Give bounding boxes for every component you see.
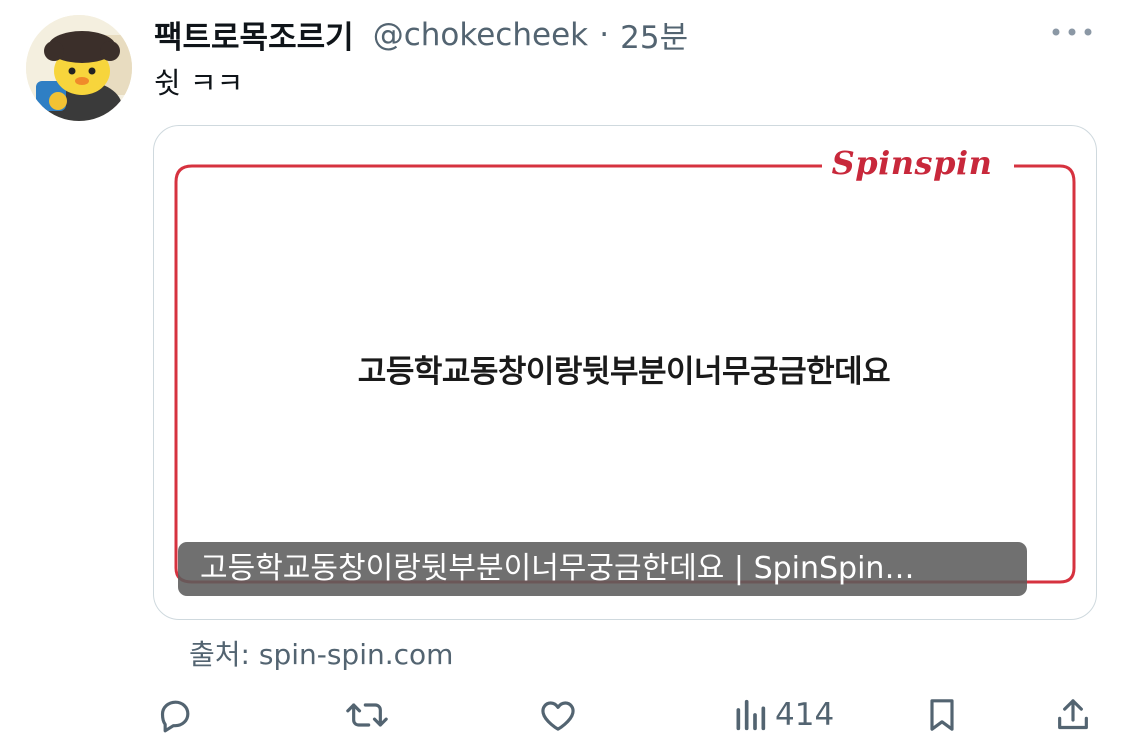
separator-dot: · bbox=[599, 16, 610, 53]
card-brand-logo: Spinspin bbox=[831, 144, 993, 182]
retweet-icon bbox=[346, 703, 388, 727]
bookmark-button[interactable] bbox=[922, 690, 962, 740]
like-button[interactable] bbox=[538, 690, 578, 740]
views-icon bbox=[736, 699, 766, 731]
share-button[interactable] bbox=[1053, 690, 1093, 740]
reply-button[interactable] bbox=[155, 690, 195, 740]
link-card[interactable]: Spinspin 고등학교동창이랑뒷부분이너무궁금한데요 고등학교동창이랑뒷부분… bbox=[153, 125, 1097, 620]
share-icon bbox=[1058, 699, 1088, 730]
tweet-timestamp[interactable]: 25분 bbox=[620, 20, 688, 56]
views-button[interactable]: 414 bbox=[733, 690, 834, 740]
bookmark-icon bbox=[930, 699, 954, 731]
retweet-button[interactable] bbox=[345, 690, 389, 740]
reply-icon bbox=[160, 700, 190, 733]
like-icon bbox=[541, 701, 575, 731]
user-handle[interactable]: @chokecheek bbox=[373, 17, 588, 53]
tweet-text: 쉿 ㅋㅋ bbox=[154, 66, 244, 100]
tweet-header: 팩트로목조르기 @chokecheek · 25분 bbox=[154, 12, 688, 57]
avatar[interactable] bbox=[26, 15, 132, 121]
action-bar: 414 bbox=[0, 690, 1125, 740]
display-name[interactable]: 팩트로목조르기 bbox=[154, 20, 354, 56]
card-headline: 고등학교동창이랑뒷부분이너무궁금한데요 bbox=[357, 354, 891, 390]
avatar-image bbox=[26, 15, 132, 121]
card-source-link[interactable]: 출처: spin-spin.com bbox=[189, 633, 453, 673]
card-caption: 고등학교동창이랑뒷부분이너무궁금한데요 | SpinSpin… bbox=[178, 542, 1027, 596]
more-icon[interactable] bbox=[1049, 20, 1095, 44]
views-count: 414 bbox=[775, 697, 835, 733]
